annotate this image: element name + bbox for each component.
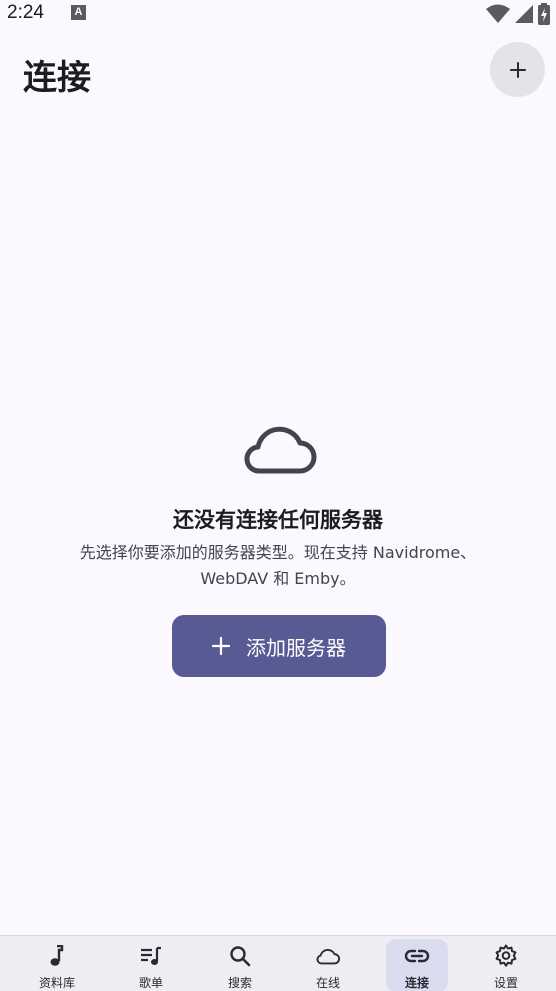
search-icon	[227, 944, 253, 968]
gear-icon	[493, 944, 519, 968]
nav-label-library: 资料库	[38, 976, 75, 990]
battery-charging-icon	[538, 3, 550, 25]
nav-label-playlists: 歌单	[138, 976, 163, 990]
nav-label-online: 在线	[315, 976, 340, 990]
signal-icon	[515, 5, 533, 23]
add-server-label: 添加服务器	[246, 635, 346, 660]
cloud-icon	[240, 420, 318, 476]
playlist-icon	[138, 944, 164, 968]
plus-icon	[212, 637, 230, 655]
empty-state-description: 先选择你要添加的服务器类型。现在支持 Navidrome、 WebDAV 和 E…	[40, 540, 516, 592]
cloud-icon	[315, 944, 341, 968]
nav-label-settings: 设置	[493, 976, 518, 990]
link-icon	[404, 944, 430, 968]
nav-item-settings[interactable]: 设置	[471, 936, 541, 991]
empty-state-description-line2: WebDAV 和 Emby。	[200, 569, 356, 588]
empty-state-title: 还没有连接任何服务器	[173, 508, 383, 532]
nav-item-library[interactable]: 资料库	[22, 936, 92, 991]
nav-item-online[interactable]: 在线	[293, 936, 363, 991]
nav-item-search[interactable]: 搜索	[205, 936, 275, 991]
nav-label-search: 搜索	[227, 976, 252, 990]
plus-icon	[509, 61, 526, 78]
bottom-navigation: 资料库 歌单 搜索 在线 连接 设置	[0, 935, 556, 991]
notification-app-icon: A	[71, 5, 86, 20]
status-bar: 2:24 A	[0, 0, 556, 28]
empty-state-description-line1: 先选择你要添加的服务器类型。现在支持 Navidrome、	[79, 543, 477, 562]
add-server-button[interactable]: 添加服务器	[172, 615, 386, 677]
music-note-icon	[44, 944, 70, 968]
page-title: 连接	[23, 58, 91, 98]
nav-item-playlists[interactable]: 歌单	[116, 936, 186, 991]
connections-screen: 2:24 A 连接 还没有连接任何服务器 先选择你要添加的服务器类型。现在支持 …	[0, 0, 556, 991]
status-time: 2:24	[7, 2, 44, 23]
nav-item-connections[interactable]: 连接	[382, 936, 452, 991]
status-icons	[486, 3, 550, 25]
add-connection-button[interactable]	[490, 42, 545, 97]
wifi-icon	[486, 4, 510, 23]
nav-label-connections: 连接	[404, 976, 429, 990]
